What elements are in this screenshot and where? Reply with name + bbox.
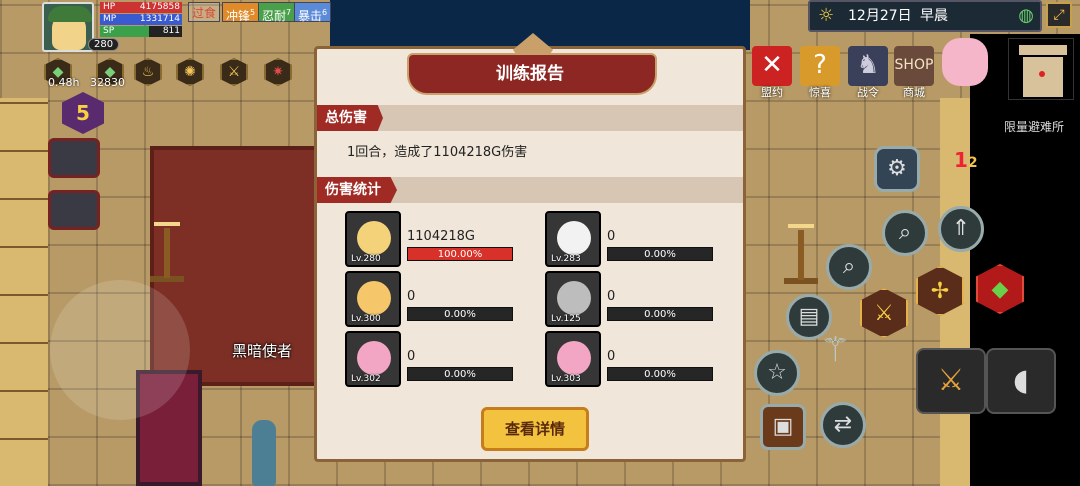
total-damage-label: 总伤害: [317, 105, 383, 131]
status-tag[interactable]: 过食: [188, 2, 221, 22]
hero-portrait[interactable]: Lv.302: [345, 331, 401, 387]
hero-level: Lv.125: [551, 314, 581, 324]
damage-bar: 100.00%: [407, 247, 513, 261]
wave-badge: 5: [62, 92, 104, 134]
dialog-title: 训练报告: [496, 64, 564, 84]
buff-timer: 0.48h: [48, 76, 80, 89]
total-damage-text: 1回合，造成了1104218G伤害: [347, 145, 528, 160]
sword-skill-icon[interactable]: ⚔: [220, 58, 248, 86]
robot-icon[interactable]: ⚙: [874, 146, 920, 192]
expand-icon[interactable]: ⤢: [1046, 2, 1072, 28]
damage-percent: 0.00%: [644, 249, 676, 260]
damage-bar: 0.00%: [607, 247, 713, 261]
stone-pillar: [48, 138, 100, 178]
left-wall: [0, 98, 48, 486]
damage-bar: 0.00%: [407, 367, 513, 381]
menu-label: 战令: [857, 86, 879, 99]
hero-damage: 0: [607, 349, 616, 364]
hero-damage: 1104218G: [407, 229, 475, 244]
player-avatar[interactable]: [42, 2, 94, 52]
globe-icon[interactable]: ◍: [1018, 2, 1034, 30]
status-tag[interactable]: 暴击6: [294, 2, 332, 23]
swap-icon[interactable]: ⇄: [820, 402, 866, 448]
search-icon[interactable]: ⌕: [826, 244, 872, 290]
damage-percent: 0.00%: [644, 309, 676, 320]
covenant-x-icon[interactable]: ✕: [752, 46, 792, 86]
damage-bar: 0.00%: [607, 367, 713, 381]
section-header: 伤害统计: [317, 177, 743, 203]
date-bar: ☼ 12月27日 早晨 ◍: [808, 0, 1042, 32]
sword-attack-icon[interactable]: ⚔: [916, 348, 986, 414]
shop-icon[interactable]: SHOP: [894, 46, 934, 86]
damage-bar: 0.00%: [407, 307, 513, 321]
view-details-button[interactable]: 查看详情: [481, 407, 589, 451]
hero-portrait[interactable]: Lv.125: [545, 271, 601, 327]
hero-level: Lv.280: [351, 254, 381, 264]
candelabra: [150, 222, 184, 282]
buff-counter: 32830: [90, 76, 125, 89]
location-name: 限量避难所: [1004, 120, 1065, 134]
backpack-icon[interactable]: ▣: [760, 404, 806, 450]
bow-icon[interactable]: ◖: [986, 348, 1056, 414]
mp-bar: MP 1331714: [100, 14, 182, 25]
status-tag[interactable]: 冲锋5: [222, 2, 260, 23]
star-icon[interactable]: ☆: [754, 350, 800, 396]
spider-icon[interactable]: ✷: [264, 58, 292, 86]
status-tag[interactable]: 忍耐7: [258, 2, 296, 23]
hero-portrait[interactable]: Lv.300: [345, 271, 401, 327]
sp-bar: SP 811: [100, 26, 182, 37]
flame-icon[interactable]: ♨: [134, 58, 162, 86]
section-header: 总伤害: [317, 105, 743, 131]
hero-portrait[interactable]: Lv.280: [345, 211, 401, 267]
hero-level: Lv.283: [551, 254, 581, 264]
hero-portrait[interactable]: Lv.283: [545, 211, 601, 267]
menu-label: 商城: [903, 86, 925, 99]
damage-stats-label: 伤害统计: [317, 177, 397, 203]
damage-percent: 0.00%: [444, 369, 476, 380]
hero-damage: 0: [407, 289, 416, 304]
menu-label: 盟约: [761, 86, 783, 99]
magnify-icon[interactable]: ⌕: [882, 210, 928, 256]
minimap[interactable]: [1008, 38, 1074, 100]
hero-level: Lv.300: [351, 314, 381, 324]
swirl-icon[interactable]: ✺: [176, 58, 204, 86]
hero-damage: 0: [407, 349, 416, 364]
stone-pillar: [48, 190, 100, 230]
damage-bar: 0.00%: [607, 307, 713, 321]
sun-icon: ☼: [818, 5, 835, 26]
floor-badge: 12: [954, 148, 978, 172]
hero-damage: 0: [607, 229, 616, 244]
vase: [252, 420, 276, 486]
hero-portrait[interactable]: Lv.303: [545, 331, 601, 387]
npc-name[interactable]: 黑暗使者: [232, 340, 292, 361]
surprise-gift-icon[interactable]: ?: [800, 46, 840, 86]
hero-level: Lv.302: [351, 374, 381, 384]
damage-percent: 0.00%: [444, 309, 476, 320]
hp-bar: HP 4175858: [100, 2, 182, 13]
dark-area: [970, 34, 1080, 486]
hero-damage: 0: [607, 289, 616, 304]
spear-icon[interactable]: ⚚: [820, 330, 870, 380]
battle-pass-icon[interactable]: ♞: [848, 46, 888, 86]
training-report-dialog: 训练报告 总伤害 1回合，造成了1104218G伤害 伤害统计 Lv.280 1…: [314, 33, 746, 462]
npc-portrait[interactable]: [942, 38, 988, 86]
damage-percent: 100.00%: [437, 249, 483, 260]
time-of-day: 早晨: [920, 8, 948, 24]
virtual-joystick[interactable]: [50, 280, 190, 420]
damage-percent: 0.00%: [644, 369, 676, 380]
hero-level: Lv.303: [551, 374, 581, 384]
candelabra: [784, 224, 818, 284]
date-text: 12月27日: [848, 8, 912, 24]
menu-label: 惊喜: [809, 86, 831, 99]
up-arrow-icon[interactable]: ⇑: [938, 206, 984, 252]
player-level: 280: [88, 38, 120, 51]
